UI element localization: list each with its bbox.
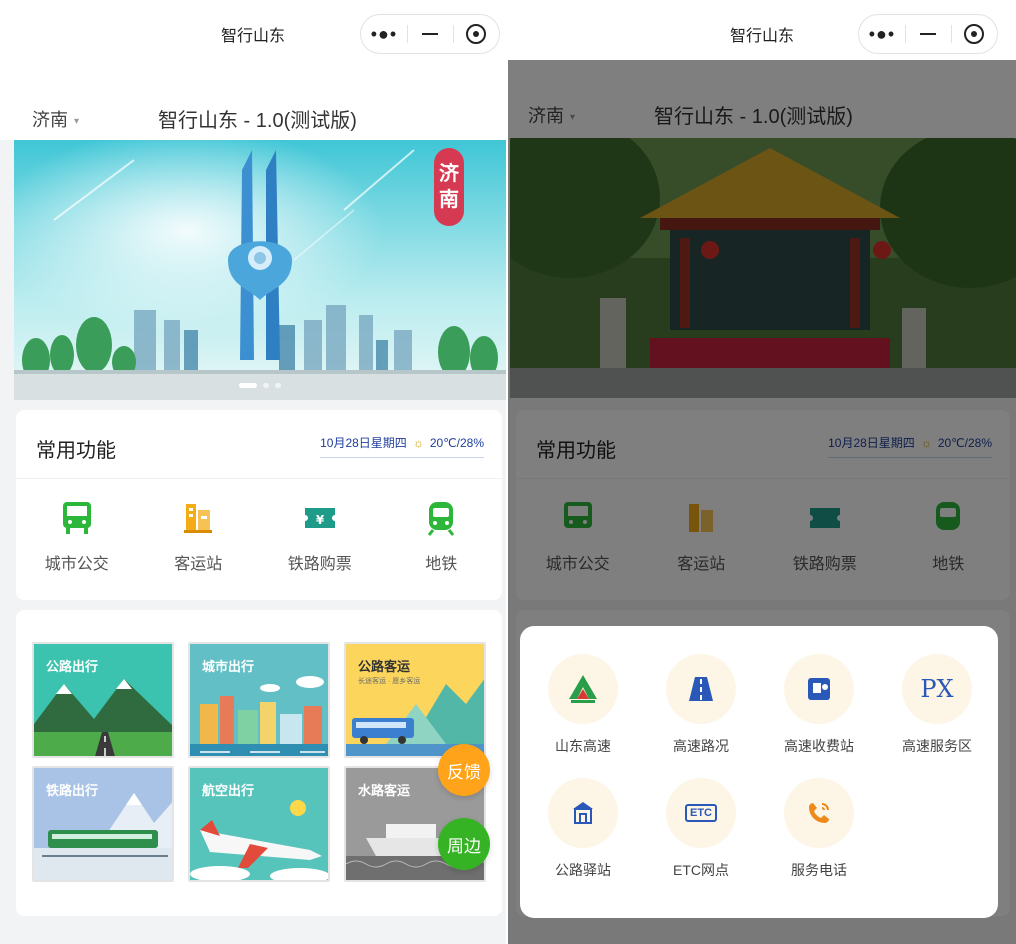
date-text: 10月28日星期四: [320, 436, 407, 450]
tile-title: 公路客运: [358, 659, 411, 674]
more-button[interactable]: •●•: [361, 15, 407, 53]
popup-item-label: ETC网点: [673, 862, 729, 878]
carousel-indicator: [14, 383, 506, 388]
popup-item-service-phone[interactable]: 服务电话: [760, 778, 878, 880]
more-icon: •●•: [370, 23, 398, 44]
etc-icon: ETC: [666, 778, 736, 848]
function-label: 铁路购票: [287, 556, 352, 573]
app-header: 济南 ▾ 智行山东 - 1.0(测试版): [0, 68, 506, 140]
tile-rail-travel[interactable]: 铁路出行: [32, 766, 174, 882]
popup-item-label: 服务电话: [791, 862, 847, 878]
subway-icon: [421, 498, 461, 538]
weather-text: 20℃/28%: [429, 436, 484, 450]
tile-city-travel[interactable]: 城市出行: [188, 642, 330, 758]
close-target-icon: [466, 24, 486, 44]
city-selector[interactable]: 济南 ▾: [32, 106, 79, 132]
popup-item-toll-station[interactable]: 高速收费站: [760, 654, 878, 756]
home-screen: 智行山东 •●• 济南 ▾ 智行山东 - 1.0(测试版) 济 南 常用功能 1…: [0, 0, 506, 944]
bus-icon: [57, 498, 97, 538]
feedback-button[interactable]: 反馈: [438, 744, 490, 796]
service-area-icon: PX: [902, 654, 972, 724]
highway-road-icon: [666, 654, 736, 724]
minimize-icon: [920, 33, 936, 35]
popup-item-etc[interactable]: ETC ETC网点: [642, 778, 760, 880]
function-city-bus[interactable]: 城市公交: [16, 498, 138, 574]
tile-title: 城市出行: [202, 659, 255, 674]
service-area-glyph: PX: [920, 675, 954, 703]
tile-air-travel[interactable]: 航空出行: [188, 766, 330, 882]
carousel-dot-active: [239, 383, 257, 388]
etc-glyph: ETC: [685, 804, 717, 822]
popup-item-road-conditions[interactable]: 高速路况: [642, 654, 760, 756]
banner-badge-2: 南: [439, 187, 459, 211]
divider: [16, 478, 502, 479]
tile-road-travel[interactable]: 公路出行: [32, 642, 174, 758]
nav-bar: 智行山东 •●•: [508, 0, 1016, 68]
banner-badge-1: 济: [439, 161, 460, 185]
function-label: 客运站: [174, 556, 223, 573]
popup-item-service-area[interactable]: PX 高速服务区: [878, 654, 996, 756]
date-weather: 10月28日星期四 ☼ 20℃/28%: [320, 434, 484, 458]
carousel-dot: [263, 383, 269, 388]
popup-item-road-post[interactable]: 公路驿站: [524, 778, 642, 880]
minimize-button[interactable]: [905, 15, 951, 53]
tile-title: 公路出行: [46, 659, 99, 674]
chevron-down-icon: ▾: [74, 115, 80, 127]
close-target-icon: [964, 24, 984, 44]
sun-icon: ☼: [412, 436, 424, 450]
minimize-button[interactable]: [407, 15, 453, 53]
close-button[interactable]: [951, 15, 997, 53]
popup-item-label: 高速路况: [673, 738, 729, 754]
popup-item-label: 高速收费站: [784, 738, 854, 754]
jinan-banner-image: 济 南: [14, 140, 506, 400]
phone-icon: [784, 778, 854, 848]
common-functions-card: 常用功能 10月28日星期四 ☼ 20℃/28% 城市公交 客运站 ¥ 铁路购票: [16, 410, 502, 600]
miniprogram-capsule: •●•: [360, 14, 500, 54]
popup-item-label: 公路驿站: [555, 862, 611, 878]
function-label: 地铁: [425, 556, 458, 573]
home-screen-with-popup: 智行山东 •●• 济南▾ 智行山东 - 1.0(测试版) 常用功能: [508, 0, 1016, 944]
app-title: 智行山东 - 1.0(测试版): [158, 110, 357, 132]
more-icon: •●•: [868, 23, 896, 44]
station-icon: [178, 498, 218, 538]
more-button[interactable]: •●•: [859, 15, 905, 53]
minimize-icon: [422, 33, 438, 35]
road-post-icon: [548, 778, 618, 848]
nav-bar: 智行山东 •●•: [0, 0, 506, 68]
svg-text:¥: ¥: [316, 513, 325, 527]
nearby-button[interactable]: 周边: [438, 818, 490, 870]
popup-item-sdhs[interactable]: 山东高速: [524, 654, 642, 756]
tile-title: 航空出行: [202, 783, 255, 798]
tile-road-passenger[interactable]: 公路客运 长途客运 · 愿乡客运: [344, 642, 486, 758]
tile-title: 铁路出行: [46, 783, 99, 798]
toll-station-icon: [784, 654, 854, 724]
carousel-dot: [275, 383, 281, 388]
miniprogram-capsule: •●•: [858, 14, 998, 54]
close-button[interactable]: [453, 15, 499, 53]
function-grid: 城市公交 客运站 ¥ 铁路购票 地铁: [16, 498, 502, 574]
function-bus-station[interactable]: 客运站: [138, 498, 260, 574]
travel-modes-card: 公路出行 城市出行 公路客运 长途客运 · 愿乡客运 铁路出行 航空出行 水路客…: [16, 610, 502, 916]
function-label: 城市公交: [44, 556, 109, 573]
function-subway[interactable]: 地铁: [381, 498, 503, 574]
sdhs-logo-icon: [548, 654, 618, 724]
highway-services-popup: 山东高速 高速路况 高速收费站 PX 高速服务区 公路驿站 ETC ETC网点 …: [520, 626, 998, 918]
ticket-icon: ¥: [300, 498, 340, 538]
city-name: 济南: [32, 110, 68, 130]
tile-title: 水路客运: [358, 783, 411, 798]
tile-subtitle: 长途客运 · 愿乡客运: [358, 678, 421, 685]
banner-carousel[interactable]: 济 南: [14, 140, 506, 400]
popup-item-label: 山东高速: [555, 738, 611, 754]
section-title: 常用功能: [36, 440, 116, 462]
function-rail-ticket[interactable]: ¥ 铁路购票: [259, 498, 381, 574]
popup-item-label: 高速服务区: [902, 738, 972, 754]
